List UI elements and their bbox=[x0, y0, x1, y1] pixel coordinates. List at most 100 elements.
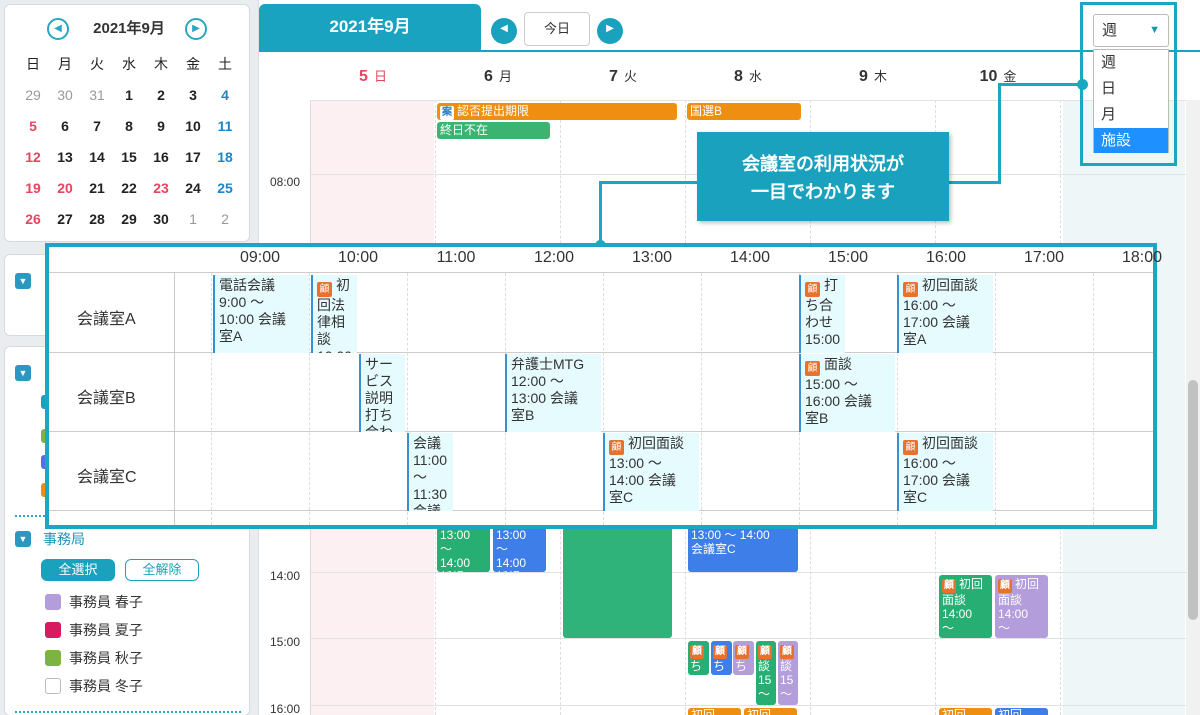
calendar-day[interactable]: 10 bbox=[177, 111, 209, 142]
calendar-day[interactable]: 20 bbox=[49, 173, 81, 204]
facility-event[interactable]: 顧初回面談 16:00 ～ 17:00 会議 室C bbox=[897, 433, 993, 511]
event-kokusen[interactable]: 国選B bbox=[687, 103, 801, 120]
facility-event[interactable]: 顧面談 15:00 ～ 16:00 会議 室B bbox=[799, 354, 895, 432]
today-button[interactable]: 今日 bbox=[524, 12, 590, 46]
week-event[interactable]: 顧初回 面談 14:00 ～ bbox=[939, 575, 992, 638]
facility-event[interactable]: 顧初回面談 16:00 ～ 17:00 会議 室A bbox=[897, 275, 993, 353]
week-event[interactable] bbox=[563, 526, 672, 638]
week-event[interactable]: 顧ち bbox=[733, 641, 754, 675]
member-item[interactable]: 事務員 冬子 bbox=[45, 677, 225, 695]
member-color-checkbox[interactable] bbox=[45, 594, 61, 610]
member-color-checkbox[interactable] bbox=[45, 650, 61, 666]
calendar-day[interactable]: 1 bbox=[113, 80, 145, 111]
chevron-down-icon[interactable]: ▼ bbox=[15, 531, 31, 547]
calendar-day[interactable]: 14 bbox=[81, 142, 113, 173]
clear-all-button[interactable]: 全解除 bbox=[125, 559, 199, 581]
week-event[interactable]: 初回 bbox=[995, 708, 1048, 715]
calendar-day[interactable]: 12 bbox=[17, 142, 49, 173]
calendar-day[interactable]: 31 bbox=[81, 80, 113, 111]
member-color-checkbox[interactable] bbox=[45, 622, 61, 638]
week-event[interactable]: 顧初回 面談 14:00 ～ bbox=[995, 575, 1048, 638]
calendar-day[interactable]: 11 bbox=[209, 111, 241, 142]
calendar-day[interactable]: 13 bbox=[49, 142, 81, 173]
calendar-day[interactable]: 30 bbox=[145, 204, 177, 235]
calendar-day[interactable]: 18 bbox=[209, 142, 241, 173]
member-item[interactable]: 事務員 夏子 bbox=[45, 621, 225, 639]
calendar-day[interactable]: 30 bbox=[49, 80, 81, 111]
facility-event[interactable]: サー ビス 説明 打ち 合わ bbox=[359, 354, 405, 432]
calendar-day[interactable]: 22 bbox=[113, 173, 145, 204]
calendar-day[interactable]: 6 bbox=[49, 111, 81, 142]
calendar-day[interactable]: 2 bbox=[145, 80, 177, 111]
calendar-day[interactable]: 1 bbox=[177, 204, 209, 235]
week-event[interactable]: 顧談 15 ～ bbox=[778, 641, 798, 705]
calendar-day[interactable]: 28 bbox=[81, 204, 113, 235]
week-event[interactable]: 初回 bbox=[744, 708, 797, 715]
calendar-day[interactable]: 29 bbox=[113, 204, 145, 235]
view-option[interactable]: 週 bbox=[1094, 50, 1168, 75]
day-header[interactable]: 8水 bbox=[686, 66, 810, 86]
view-option[interactable]: 施設 bbox=[1094, 128, 1168, 153]
divider bbox=[15, 711, 241, 713]
day-of-week: 水 bbox=[748, 69, 762, 84]
day-header[interactable]: 9木 bbox=[811, 66, 935, 86]
event-absent[interactable]: 終日不在 bbox=[437, 122, 550, 139]
month-tab[interactable]: 2021年9月 bbox=[259, 4, 481, 50]
view-option[interactable]: 月 bbox=[1094, 102, 1168, 127]
next-week-icon[interactable]: ▶ bbox=[597, 18, 623, 44]
calendar-day[interactable]: 5 bbox=[17, 111, 49, 142]
calendar-day[interactable]: 16 bbox=[145, 142, 177, 173]
view-option[interactable]: 日 bbox=[1094, 76, 1168, 101]
calendar-day[interactable]: 3 bbox=[177, 80, 209, 111]
week-event[interactable]: 初回 bbox=[939, 708, 992, 715]
calendar-day[interactable]: 27 bbox=[49, 204, 81, 235]
calendar-day[interactable]: 29 bbox=[17, 80, 49, 111]
member-item[interactable]: 事務員 秋子 bbox=[45, 649, 225, 667]
face-icon: 顧 bbox=[805, 361, 820, 376]
chevron-right-icon[interactable]: ▶ bbox=[185, 18, 207, 40]
day-header[interactable]: 6月 bbox=[436, 66, 560, 86]
calendar-day[interactable]: 26 bbox=[17, 204, 49, 235]
facility-event[interactable]: 顧打 ち合 わせ 15:00 bbox=[799, 275, 845, 353]
week-event[interactable]: 顧ち bbox=[688, 641, 709, 675]
week-event[interactable]: 顧談 15 ～ bbox=[756, 641, 776, 705]
chevron-down-icon[interactable]: ▼ bbox=[15, 273, 31, 289]
calendar-day[interactable]: 25 bbox=[209, 173, 241, 204]
calendar-day[interactable]: 21 bbox=[81, 173, 113, 204]
grid-line bbox=[310, 100, 1186, 101]
day-header[interactable]: 7火 bbox=[561, 66, 685, 86]
facility-event[interactable]: 顧初 回法 律相 談 10:00 bbox=[311, 275, 357, 353]
hour-label: 11:00 bbox=[436, 249, 476, 266]
facility-event[interactable]: 弁護士MTG 12:00 ～ 13:00 会議 室B bbox=[505, 354, 601, 432]
calendar-day[interactable]: 7 bbox=[81, 111, 113, 142]
calendar-day[interactable]: 15 bbox=[113, 142, 145, 173]
calendar-day[interactable]: 9 bbox=[145, 111, 177, 142]
member-color-checkbox[interactable] bbox=[45, 678, 61, 694]
day-header[interactable]: 5日 bbox=[311, 66, 435, 86]
event-deadline[interactable]: 案認否提出期限 bbox=[437, 103, 677, 120]
calendar-day[interactable]: 23 bbox=[145, 173, 177, 204]
member-item[interactable]: 事務員 春子 bbox=[45, 593, 225, 611]
calendar-day[interactable]: 19 bbox=[17, 173, 49, 204]
facility-event[interactable]: 会議 11:00 ～ 11:30 会議 bbox=[407, 433, 453, 511]
week-event[interactable]: 13:00 ～ 14:00 会議室C bbox=[688, 526, 798, 572]
week-event[interactable]: 13:00 ～ 14:00 新規 bbox=[493, 526, 546, 572]
prev-week-icon[interactable]: ◀ bbox=[491, 18, 517, 44]
facility-event[interactable]: 電話会議 9:00 ～ 10:00 会議 室A bbox=[213, 275, 309, 353]
view-select[interactable]: 週 ▼ bbox=[1093, 14, 1169, 47]
calendar-day[interactable]: 17 bbox=[177, 142, 209, 173]
member-name: 事務員 冬子 bbox=[69, 678, 143, 694]
scrollbar-thumb[interactable] bbox=[1188, 380, 1198, 620]
calendar-day[interactable]: 2 bbox=[209, 204, 241, 235]
calendar-day[interactable]: 24 bbox=[177, 173, 209, 204]
connector-line bbox=[599, 181, 697, 184]
week-event[interactable]: 顧ち bbox=[711, 641, 732, 675]
facility-event[interactable]: 顧初回面談 13:00 ～ 14:00 会議 室C bbox=[603, 433, 699, 511]
week-event[interactable]: 13:00 ～ 14:00 新規 bbox=[437, 526, 490, 572]
chevron-down-icon[interactable]: ▼ bbox=[15, 365, 31, 381]
calendar-day[interactable]: 4 bbox=[209, 80, 241, 111]
calendar-day[interactable]: 8 bbox=[113, 111, 145, 142]
weekday-label: 土 bbox=[218, 56, 232, 72]
select-all-button[interactable]: 全選択 bbox=[41, 559, 115, 581]
week-event[interactable]: 初回 bbox=[688, 708, 741, 715]
